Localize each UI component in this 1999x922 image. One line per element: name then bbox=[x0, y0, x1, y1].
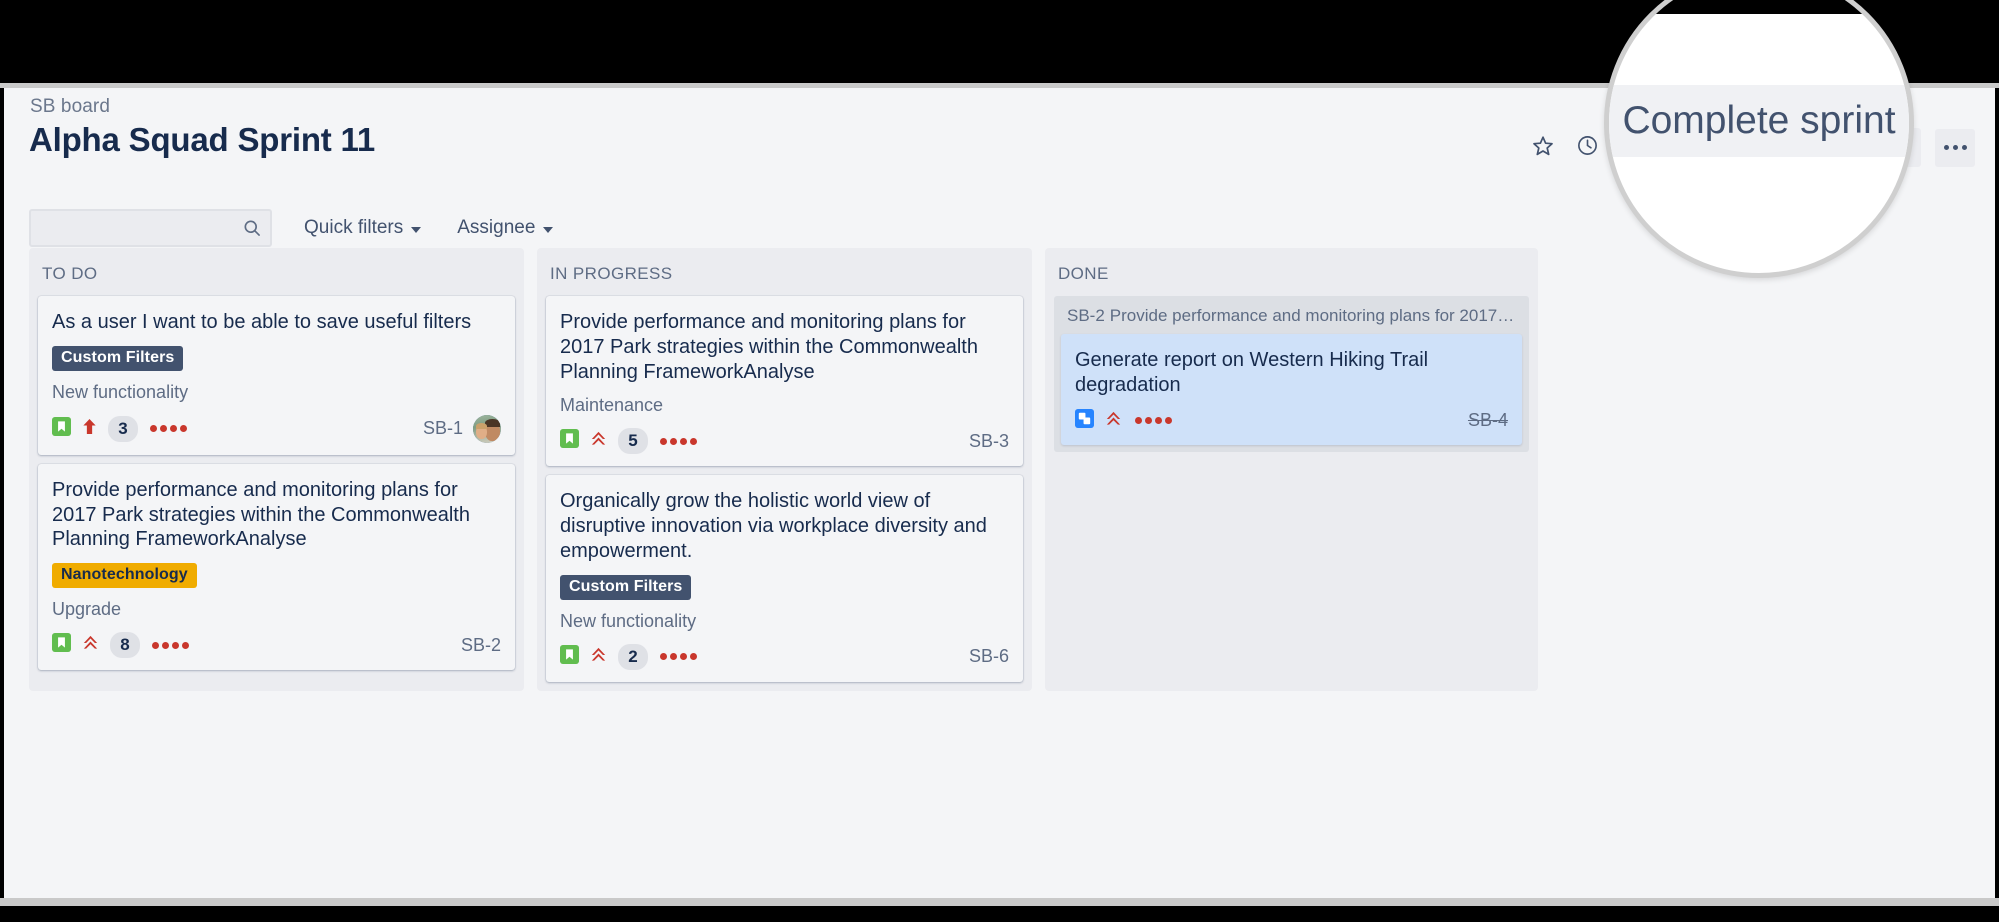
priority-highest-icon bbox=[589, 429, 608, 453]
priority-dots bbox=[660, 437, 697, 445]
search-wrapper bbox=[29, 209, 272, 247]
column-header-todo: TO DO bbox=[42, 264, 98, 283]
column-header-inprogress: IN PROGRESS bbox=[550, 264, 673, 283]
magnifier-content: Complete sprint bbox=[1609, 85, 1909, 157]
issue-key[interactable]: SB-4 bbox=[1468, 410, 1508, 431]
card-title: As a user I want to be able to save usef… bbox=[52, 311, 472, 333]
card-epic-label[interactable]: Custom Filters bbox=[52, 345, 184, 371]
column-body-done: SB-2 Provide performance and monitoring p… bbox=[1045, 296, 1538, 461]
board-card[interactable]: Organically grow the holistic world view… bbox=[546, 475, 1023, 682]
priority-dots bbox=[660, 653, 697, 661]
avatar[interactable] bbox=[473, 414, 501, 443]
search-input[interactable] bbox=[29, 209, 272, 247]
board-card[interactable]: As a user I want to be able to save usef… bbox=[38, 296, 515, 455]
subtask-group: SB-2 Provide performance and monitoring p… bbox=[1054, 296, 1529, 452]
issue-key[interactable]: SB-6 bbox=[969, 646, 1009, 667]
card-epic-label[interactable]: Custom Filters bbox=[560, 574, 692, 600]
board-column-inprogress: IN PROGRESS Provide performance and moni… bbox=[537, 248, 1032, 691]
card-subtext: New functionality bbox=[560, 610, 697, 631]
card-footer: 2 SB-6 bbox=[560, 643, 1009, 670]
card-footer: 8 SB-2 bbox=[52, 632, 501, 659]
star-button[interactable] bbox=[1524, 129, 1562, 167]
story-icon bbox=[52, 633, 71, 657]
issue-key[interactable]: SB-3 bbox=[969, 431, 1009, 452]
priority-highest-icon bbox=[589, 645, 608, 669]
more-dot bbox=[1952, 145, 1958, 150]
card-title: Provide performance and monitoring plans… bbox=[52, 478, 470, 551]
card-title: Generate report on Western Hiking Trail … bbox=[1075, 349, 1429, 396]
clock-icon bbox=[1576, 134, 1599, 162]
star-icon bbox=[1531, 134, 1555, 161]
priority-highest-icon bbox=[1104, 409, 1123, 433]
card-subtext: Upgrade bbox=[52, 599, 122, 620]
browser-chrome-bottom bbox=[0, 906, 1999, 922]
chrome-divider-bottom bbox=[0, 898, 1999, 906]
assignee-dropdown[interactable]: Assignee bbox=[453, 211, 557, 245]
quick-filters-label: Quick filters bbox=[304, 217, 404, 238]
subtask-parent-row[interactable]: SB-2 Provide performance and monitoring p… bbox=[1054, 296, 1529, 334]
story-points-badge: 2 bbox=[618, 643, 648, 670]
more-dot bbox=[1943, 145, 1949, 150]
story-icon bbox=[560, 644, 579, 669]
priority-dots bbox=[152, 641, 189, 649]
chevron-down-icon bbox=[543, 226, 554, 233]
card-subtext: Maintenance bbox=[560, 395, 664, 416]
story-points-badge: 3 bbox=[108, 415, 138, 442]
issue-key[interactable]: SB-2 bbox=[461, 635, 501, 656]
magnified-complete-sprint-button[interactable]: Complete sprint bbox=[1609, 85, 1909, 157]
priority-highest-icon bbox=[81, 633, 100, 657]
card-title: Organically grow the holistic world view… bbox=[560, 490, 987, 562]
column-body-inprogress: Provide performance and monitoring plans… bbox=[537, 296, 1032, 691]
story-icon bbox=[560, 429, 579, 453]
card-footer-left: 8 bbox=[52, 632, 189, 659]
board-column-todo: TO DO As a user I want to be able to sav… bbox=[29, 248, 524, 691]
subtask-icon bbox=[1075, 408, 1094, 433]
card-epic-label[interactable]: Nanotechnology bbox=[52, 563, 197, 589]
assignee-label: Assignee bbox=[457, 217, 536, 238]
card-footer-left: 2 bbox=[560, 643, 697, 670]
priority-dots bbox=[150, 425, 187, 433]
more-actions-button[interactable] bbox=[1935, 128, 1975, 167]
card-footer-left bbox=[1075, 408, 1172, 433]
card-footer: SB-4 bbox=[1075, 408, 1508, 433]
column-header-done: DONE bbox=[1058, 264, 1109, 283]
card-footer-right: SB-6 bbox=[969, 646, 1009, 667]
parent-issue-key[interactable]: SB-2 bbox=[1067, 306, 1105, 325]
card-subtext: New functionality bbox=[52, 381, 189, 402]
card-footer-right: SB-4 bbox=[1468, 410, 1508, 431]
issue-key[interactable]: SB-1 bbox=[423, 418, 463, 439]
board-card[interactable]: Provide performance and monitoring plans… bbox=[38, 463, 515, 671]
card-footer-right: SB-1 bbox=[423, 414, 501, 443]
more-dot bbox=[1961, 145, 1967, 150]
column-body-todo: As a user I want to be able to save usef… bbox=[29, 296, 524, 679]
card-footer: 3 SB-1 bbox=[52, 414, 501, 443]
card-footer-right: SB-3 bbox=[969, 431, 1009, 452]
chevron-down-icon bbox=[411, 226, 422, 233]
page-title: Alpha Squad Sprint 11 bbox=[29, 121, 376, 158]
card-footer-right: SB-2 bbox=[461, 635, 501, 656]
card-footer-left: 3 bbox=[52, 415, 187, 442]
story-points-badge: 5 bbox=[618, 428, 648, 455]
quick-filters-dropdown[interactable]: Quick filters bbox=[300, 211, 425, 245]
story-icon bbox=[52, 416, 71, 441]
card-footer: 5 SB-3 bbox=[560, 428, 1009, 455]
board-card[interactable]: Provide performance and monitoring plans… bbox=[546, 296, 1023, 467]
card-title: Provide performance and monitoring plans… bbox=[560, 311, 978, 383]
priority-high-icon bbox=[81, 417, 98, 441]
parent-issue-title: Provide performance and monitoring plans… bbox=[1109, 306, 1529, 325]
priority-dots bbox=[1135, 417, 1172, 425]
board-columns: TO DO As a user I want to be able to sav… bbox=[29, 248, 1538, 691]
card-footer-left: 5 bbox=[560, 428, 697, 455]
board-card[interactable]: Generate report on Western Hiking Trail … bbox=[1061, 334, 1522, 445]
story-points-badge: 8 bbox=[110, 632, 140, 659]
magnifier-chrome-band bbox=[1609, 0, 1909, 14]
breadcrumb[interactable]: SB board bbox=[30, 96, 110, 118]
board-column-done: DONE SB-2 Provide performance and monitor… bbox=[1045, 248, 1538, 691]
